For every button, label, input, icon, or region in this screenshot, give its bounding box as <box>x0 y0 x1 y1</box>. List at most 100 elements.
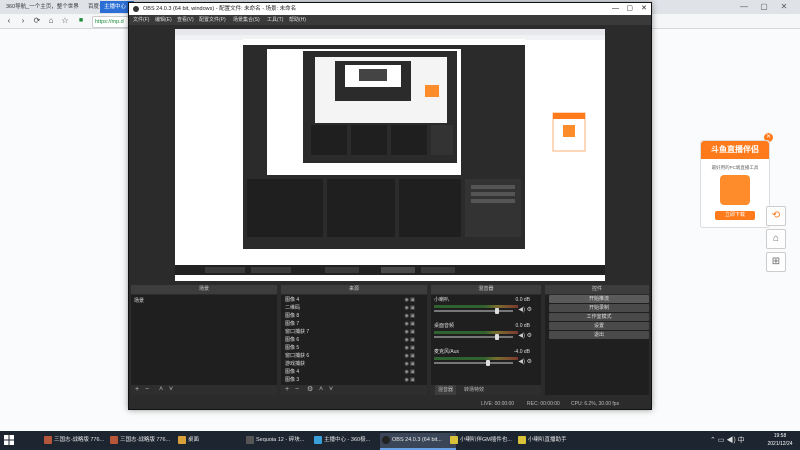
taskbar-item[interactable]: 小喇叭伴GM插件也... <box>448 433 524 448</box>
scenes-dock-title: 场景 <box>131 285 277 294</box>
forward-icon[interactable]: › <box>18 16 28 26</box>
visibility-lock-icon[interactable]: ◉ ▣ <box>405 304 415 312</box>
obs-minimize-icon[interactable]: — <box>612 3 619 15</box>
side-grid-icon[interactable]: ⊞ <box>766 252 786 272</box>
start-recording-button[interactable]: 开始录制 <box>549 304 649 312</box>
taskbar-item[interactable]: 桌面 <box>176 433 252 448</box>
obs-maximize-icon[interactable]: ▢ <box>626 3 633 15</box>
visibility-lock-icon[interactable]: ◉ ▣ <box>405 312 415 320</box>
windows-start-icon[interactable] <box>4 435 14 445</box>
move-down-icon[interactable]: ˅ <box>169 385 173 395</box>
source-item[interactable]: 图像 8 ◉ ▣ <box>285 312 415 320</box>
mixer-tabs: 混音器 转场特效 <box>431 385 541 395</box>
menu-view[interactable]: 查看(V) <box>177 15 194 25</box>
menu-file[interactable]: 文件(F) <box>133 15 149 25</box>
side-play-icon[interactable]: ⟲ <box>766 206 786 226</box>
download-button[interactable]: 立即下载 <box>715 211 755 220</box>
speaker-icon[interactable]: ◀) ⚙ <box>518 306 532 313</box>
system-clock[interactable]: 19:58 2021/12/24 <box>762 432 798 449</box>
clock-time: 19:58 <box>773 433 787 439</box>
menu-profile[interactable]: 配置文件(P) <box>199 15 226 25</box>
minimize-icon[interactable]: — <box>736 0 752 14</box>
taskbar-item[interactable]: Sequoia 12 - 碎块... <box>244 433 320 448</box>
source-item[interactable]: 图像 4 ◉ ▣ <box>285 296 415 304</box>
source-item[interactable]: 图像 7 ◉ ▣ <box>285 320 415 328</box>
add-icon[interactable]: + <box>135 385 139 395</box>
mixer-channel: 桌面音频 0.0 dB ◀) ⚙ <box>434 323 532 340</box>
obs-title-text: OBS 24.0.3 (64 bit, windows) - 配置文件: 未命名… <box>143 6 297 12</box>
maximize-icon[interactable]: ▢ <box>756 0 772 14</box>
source-item[interactable]: 窗口捕获 7 ◉ ▣ <box>285 328 415 336</box>
sources-dock-title: 来源 <box>281 285 427 294</box>
volume-slider[interactable] <box>434 308 513 314</box>
source-item[interactable]: 图像 6 ◉ ▣ <box>285 336 415 344</box>
visibility-lock-icon[interactable]: ◉ ▣ <box>405 328 415 336</box>
side-home-icon[interactable]: ⌂ <box>766 229 786 249</box>
visibility-lock-icon[interactable]: ◉ ▣ <box>405 344 415 352</box>
speaker-icon[interactable]: ◀) ⚙ <box>518 358 532 365</box>
obs-close-icon[interactable]: ✕ <box>641 3 647 15</box>
gear-icon[interactable]: ⚙ <box>307 385 313 395</box>
sources-toolbar: + − ⚙ ˄ ˅ <box>281 385 427 395</box>
source-item[interactable]: 图像 3 ◉ ▣ <box>285 376 415 384</box>
volume-slider[interactable] <box>434 334 513 340</box>
move-up-icon[interactable]: ˄ <box>159 385 163 395</box>
speaker-icon[interactable]: ◀) ⚙ <box>518 332 532 339</box>
taskbar-item[interactable]: 三国志·战略版 776... <box>42 433 116 448</box>
visibility-lock-icon[interactable]: ◉ ▣ <box>405 336 415 344</box>
back-icon[interactable]: ‹ <box>4 16 14 26</box>
source-item[interactable]: 窗口捕获 6 ◉ ▣ <box>285 352 415 360</box>
obs-preview-canvas[interactable] <box>175 29 605 281</box>
tab-transitions[interactable]: 转场特效 <box>461 385 487 395</box>
browser-tab-360[interactable]: 360导航_一个主页，整个世界 <box>2 1 90 13</box>
source-item[interactable]: 二维码 ◉ ▣ <box>285 304 415 312</box>
mixer-channel: 小喇叭 0.0 dB ◀) ⚙ <box>434 297 532 314</box>
home-icon[interactable]: ⌂ <box>46 16 56 26</box>
settings-button[interactable]: 设置 <box>549 322 649 330</box>
recursive-preview-image <box>175 29 605 281</box>
ad-title: 斗鱼直播伴侣 <box>701 141 769 159</box>
source-item[interactable]: 游戏捕获 ◉ ▣ <box>285 360 415 368</box>
taskbar-item[interactable]: 主播中心 - 360极... <box>312 433 388 448</box>
menu-scene-collection[interactable]: 场景集合(S) <box>233 15 260 25</box>
visibility-lock-icon[interactable]: ◉ ▣ <box>405 376 415 384</box>
cpu-fps: CPU: 6.2%, 30.00 fps <box>571 401 620 407</box>
menu-edit[interactable]: 编辑(E) <box>155 15 172 25</box>
taskbar-item-obs[interactable]: OBS 24.0.3 (64 bit... <box>380 433 456 450</box>
menu-help[interactable]: 帮助(H) <box>289 15 306 25</box>
taskbar-item[interactable]: 小喇叭直播助手 <box>516 433 592 448</box>
douyu-logo-icon <box>720 175 750 205</box>
visibility-lock-icon[interactable]: ◉ ▣ <box>405 360 415 368</box>
controls-panel: 开始推流 开始录制 工作室模式 设置 退出 <box>545 295 649 395</box>
move-down-icon[interactable]: ˅ <box>329 385 333 395</box>
remove-icon[interactable]: − <box>295 385 299 395</box>
source-item[interactable]: 图像 4 ◉ ▣ <box>285 368 415 376</box>
move-up-icon[interactable]: ˄ <box>319 385 323 395</box>
visibility-lock-icon[interactable]: ◉ ▣ <box>405 352 415 360</box>
controls-dock-title: 控件 <box>545 285 649 294</box>
tray-icons[interactable]: ⌃ ▭ ◀) 中 <box>710 435 745 445</box>
exit-button[interactable]: 退出 <box>549 331 649 339</box>
mixer-dock-title: 混音器 <box>431 285 541 294</box>
mixer-channel: 麦克风/Aux -4.0 dB ◀) ⚙ <box>434 349 532 366</box>
tab-mixer[interactable]: 混音器 <box>435 385 457 395</box>
obs-titlebar: OBS 24.0.3 (64 bit, windows) - 配置文件: 未命名… <box>129 3 651 15</box>
star-icon[interactable]: ☆ <box>60 16 70 26</box>
close-icon[interactable]: ✕ <box>776 0 792 14</box>
add-icon[interactable]: + <box>285 385 289 395</box>
douyu-ad-panel[interactable]: 斗鱼直播伴侣 最好用的PC端直播工具 立即下载 <box>700 140 770 228</box>
visibility-lock-icon[interactable]: ◉ ▣ <box>405 320 415 328</box>
scene-item[interactable]: 场景 <box>134 297 144 304</box>
source-item[interactable]: 图像 5 ◉ ▣ <box>285 344 415 352</box>
remove-icon[interactable]: − <box>145 385 149 395</box>
studio-mode-button[interactable]: 工作室模式 <box>549 313 649 321</box>
menu-tools[interactable]: 工具(T) <box>267 15 283 25</box>
visibility-lock-icon[interactable]: ◉ ▣ <box>405 296 415 304</box>
scenes-list: 场景 <box>131 295 277 385</box>
refresh-icon[interactable]: ⟳ <box>32 16 42 26</box>
volume-slider[interactable] <box>434 360 513 366</box>
sources-list: 图像 4 ◉ ▣ 二维码 ◉ ▣ 图像 8 ◉ ▣ 图像 7 ◉ ▣ 窗口捕获 7 ◉ ▣… <box>281 295 427 385</box>
start-streaming-button[interactable]: 开始推流 <box>549 295 649 303</box>
visibility-lock-icon[interactable]: ◉ ▣ <box>405 368 415 376</box>
taskbar-item[interactable]: 三国志·战略版 776... <box>108 433 184 448</box>
